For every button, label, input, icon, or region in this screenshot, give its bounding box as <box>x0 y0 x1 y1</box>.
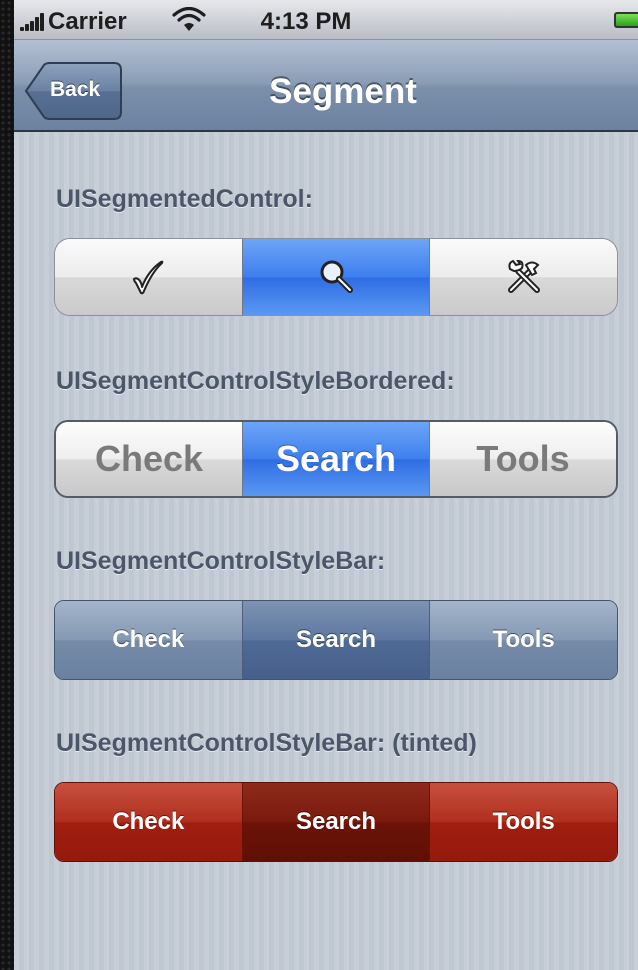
segment-tools[interactable]: Tools <box>429 783 617 861</box>
navigation-bar: Back Segment <box>14 40 638 132</box>
segment-tools[interactable] <box>429 239 617 315</box>
page-title: Segment <box>269 72 417 111</box>
segment-check[interactable]: Check <box>55 601 242 679</box>
segment-search[interactable] <box>241 239 430 315</box>
status-bar: Carrier 4:13 PM <box>14 0 638 40</box>
section-label-segmented-control: UISegmentedControl: <box>56 185 313 213</box>
screen: Carrier 4:13 PM Back Segment UISegmented… <box>14 0 638 970</box>
segment-tools[interactable]: Tools <box>429 422 616 496</box>
section-label-bordered: UISegmentControlStyleBordered: <box>56 367 455 395</box>
segmented-control-plain <box>54 238 618 316</box>
checkmark-icon <box>133 260 164 295</box>
tools-icon <box>507 259 540 293</box>
battery-icon <box>614 12 638 28</box>
status-time: 4:13 PM <box>260 8 352 35</box>
segment-check[interactable]: Check <box>56 422 242 496</box>
section-label-bar-tinted: UISegmentControlStyleBar: (tinted) <box>56 729 477 757</box>
segment-search[interactable]: Search <box>241 601 430 679</box>
segment-tools[interactable]: Tools <box>429 601 617 679</box>
segmented-control-bordered: Check Search Tools <box>54 420 618 498</box>
segment-search[interactable]: Search <box>241 783 430 861</box>
segment-check[interactable] <box>55 239 242 315</box>
segmented-control-bar-tinted: Check Search Tools <box>54 782 618 862</box>
section-label-bar: UISegmentControlStyleBar: <box>56 547 386 575</box>
segment-check[interactable]: Check <box>55 783 242 861</box>
segment-search[interactable]: Search <box>242 422 429 496</box>
segmented-control-bar: Check Search Tools <box>54 600 618 680</box>
magnifier-icon <box>320 260 353 293</box>
